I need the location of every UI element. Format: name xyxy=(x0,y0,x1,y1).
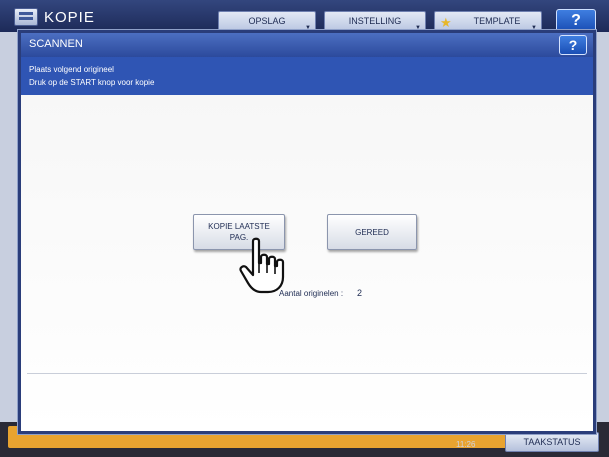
top-bar: KOPIE OPSLAG ▼ INSTELLING ▼ ★ TEMPLATE ▼… xyxy=(0,0,609,32)
dialog-title-bar: SCANNEN ? xyxy=(21,33,593,57)
help-button[interactable]: ? xyxy=(556,9,596,32)
scan-dialog: SCANNEN ? Plaats volgend origineel Druk … xyxy=(18,30,596,434)
tab-template[interactable]: ★ TEMPLATE ▼ xyxy=(434,11,542,32)
tab-label: INSTELLING xyxy=(348,16,402,26)
clock: 11:26 xyxy=(456,440,476,449)
job-status-button[interactable]: TAAKSTATUS xyxy=(505,432,599,452)
dialog-body: KOPIE LAATSTE PAG. GEREED Aantal origine… xyxy=(21,95,593,431)
tab-label: OPSLAG xyxy=(248,16,286,26)
copier-screen: KOPIE OPSLAG ▼ INSTELLING ▼ ★ TEMPLATE ▼… xyxy=(0,0,609,457)
copier-icon xyxy=(14,8,38,26)
app-title: KOPIE xyxy=(44,9,95,26)
button-label-line: KOPIE LAATSTE xyxy=(208,222,270,231)
background-panel-left xyxy=(0,32,18,422)
dialog-title: SCANNEN xyxy=(29,38,83,50)
message-line: Plaats volgend origineel xyxy=(29,65,114,74)
dialog-message: Plaats volgend origineel Druk op de STAR… xyxy=(21,57,593,95)
originals-count-value: 2 xyxy=(357,288,363,298)
divider xyxy=(27,373,587,374)
tab-label: TEMPLATE xyxy=(473,16,521,26)
dialog-help-button[interactable]: ? xyxy=(559,35,587,55)
done-button[interactable]: GEREED xyxy=(327,214,417,250)
pointing-hand-icon xyxy=(239,237,285,294)
tab-instelling[interactable]: INSTELLING ▼ xyxy=(324,11,426,32)
tab-opslag[interactable]: OPSLAG ▼ xyxy=(218,11,316,32)
originals-count-label: Aantal originelen : xyxy=(279,289,344,298)
message-line: Druk op de START knop voor kopie xyxy=(29,78,155,87)
